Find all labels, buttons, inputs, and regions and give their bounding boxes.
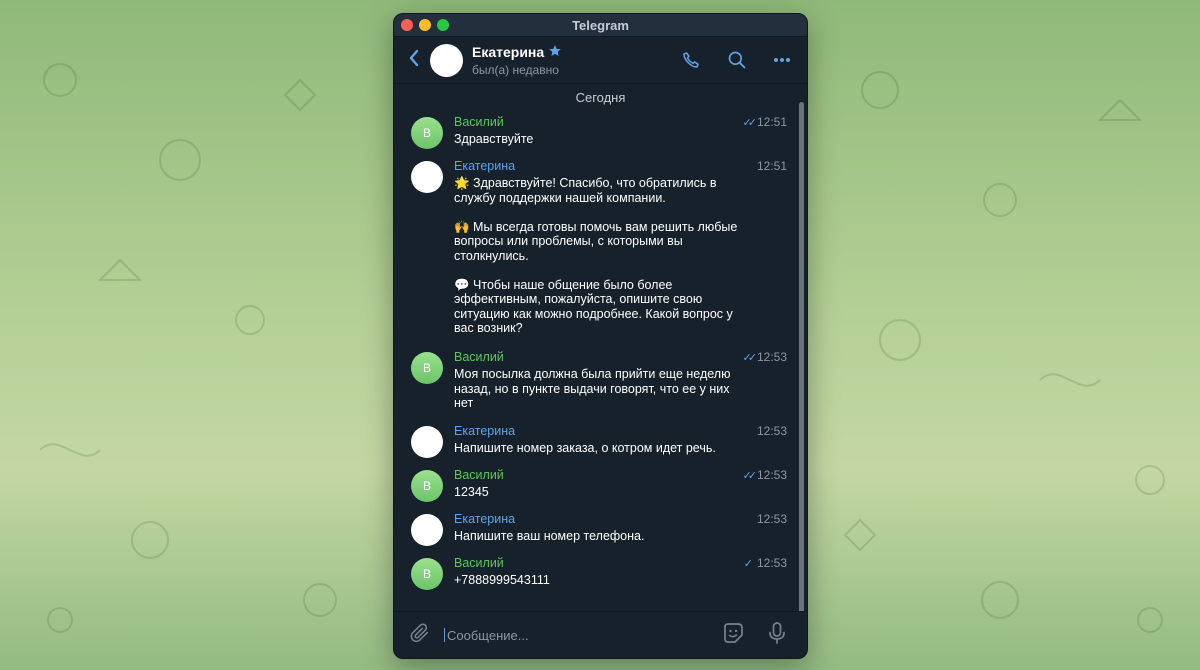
message-text: +7888999543111 bbox=[454, 573, 550, 587]
message-time: 12:53 bbox=[756, 468, 787, 482]
message-item[interactable]: В Василий Моя посылка должна была прийти… bbox=[411, 350, 787, 411]
contact-name: Екатерина bbox=[472, 44, 545, 60]
sender-name[interactable]: Василий bbox=[454, 468, 787, 482]
sender-avatar[interactable]: В bbox=[411, 558, 443, 590]
sender-name[interactable]: Василий bbox=[454, 556, 787, 570]
message-time: 12:53 bbox=[756, 556, 787, 570]
message-text: 12345 bbox=[454, 485, 489, 499]
contact-status: был(а) недавно bbox=[472, 62, 559, 77]
attach-icon[interactable] bbox=[409, 622, 431, 649]
message-time: 12:51 bbox=[756, 115, 787, 129]
sender-avatar[interactable] bbox=[411, 514, 443, 546]
sender-avatar[interactable] bbox=[411, 161, 443, 193]
sent-checkmark-icon: ✓ bbox=[743, 557, 753, 570]
back-icon[interactable] bbox=[408, 47, 428, 73]
message-text: Напишите ваш номер телефона. bbox=[454, 529, 645, 543]
sender-avatar[interactable]: В bbox=[411, 470, 443, 502]
title-bar: Telegram bbox=[394, 14, 807, 37]
sender-name[interactable]: Екатерина bbox=[454, 512, 787, 526]
sender-avatar[interactable] bbox=[411, 426, 443, 458]
message-item[interactable]: В Василий 12345 ✓✓ 12:53 bbox=[411, 468, 787, 502]
window-title: Telegram bbox=[572, 18, 629, 33]
sender-name[interactable]: Василий bbox=[454, 115, 787, 129]
message-time: 12:53 bbox=[756, 350, 787, 364]
message-item[interactable]: Екатерина Напишите ваш номер телефона. 1… bbox=[411, 512, 787, 546]
contact-info[interactable]: Екатерина был(а) недавно bbox=[472, 44, 562, 77]
sender-name[interactable]: Екатерина bbox=[454, 424, 787, 438]
read-checkmarks-icon: ✓✓ bbox=[742, 469, 758, 482]
message-item[interactable]: В Василий Здравствуйте ✓✓ 12:51 bbox=[411, 115, 787, 149]
message-time: 12:53 bbox=[756, 424, 787, 438]
sender-avatar[interactable]: В bbox=[411, 117, 443, 149]
message-time: 12:53 bbox=[756, 512, 787, 526]
chat-scrollbar[interactable] bbox=[799, 102, 804, 620]
message-input[interactable]: Сообщение... bbox=[447, 628, 529, 643]
search-icon[interactable] bbox=[727, 50, 747, 70]
chat-header: Екатерина был(а) недавно bbox=[394, 37, 807, 84]
message-text: Напишите номер заказа, о котром идет реч… bbox=[454, 441, 716, 455]
sender-avatar[interactable]: В bbox=[411, 352, 443, 384]
sender-name[interactable]: Василий bbox=[454, 350, 787, 364]
message-item[interactable]: В Василий +7888999543111 ✓ 12:53 bbox=[411, 556, 787, 590]
message-text: Здравствуйте bbox=[454, 132, 534, 146]
sender-name[interactable]: Екатерина bbox=[454, 159, 787, 173]
message-text: Моя посылка должна была прийти еще недел… bbox=[454, 367, 731, 410]
sticker-icon[interactable] bbox=[721, 621, 745, 650]
message-list[interactable]: Сегодня В Василий Здравствуйте ✓✓ 12:51 Е… bbox=[394, 84, 807, 611]
star-icon bbox=[548, 44, 562, 61]
message-item[interactable]: Екатерина Напишите номер заказа, о котро… bbox=[411, 424, 787, 458]
read-checkmarks-icon: ✓✓ bbox=[742, 351, 758, 364]
message-text: 🌟 Здравствуйте! Спасибо, что обратились … bbox=[454, 176, 738, 335]
composer-bar: Сообщение... bbox=[394, 611, 807, 658]
text-caret bbox=[444, 628, 445, 642]
phone-icon[interactable] bbox=[681, 50, 701, 70]
date-separator: Сегодня bbox=[575, 90, 626, 105]
microphone-icon[interactable] bbox=[767, 621, 787, 650]
more-icon[interactable] bbox=[773, 57, 791, 63]
message-time: 12:51 bbox=[756, 159, 787, 173]
read-checkmarks-icon: ✓✓ bbox=[742, 116, 758, 129]
contact-avatar[interactable] bbox=[430, 43, 463, 77]
telegram-window: Telegram Екатерина был(а) недавно Сегодн… bbox=[393, 13, 808, 659]
message-item[interactable]: Екатерина 🌟 Здравствуйте! Спасибо, что о… bbox=[411, 159, 787, 336]
